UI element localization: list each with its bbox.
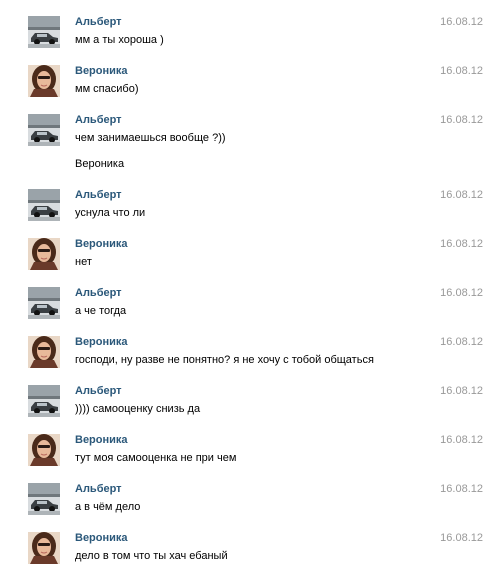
message-date: 16.08.12 xyxy=(440,336,483,348)
message-date: 16.08.12 xyxy=(440,483,483,495)
message-author[interactable]: Альберт xyxy=(75,16,122,29)
message-author[interactable]: Альберт xyxy=(75,483,122,496)
message-date: 16.08.12 xyxy=(440,287,483,299)
car-avatar[interactable] xyxy=(28,483,60,515)
message-row: Альберт 16.08.12 )))) самооценку снизь д… xyxy=(0,385,502,427)
message-author[interactable]: Вероника xyxy=(75,238,128,251)
message-date: 16.08.12 xyxy=(440,114,483,126)
message-text: уснула что ли xyxy=(75,207,146,219)
message-row: Вероника 16.08.12 господи, ну разве не п… xyxy=(0,336,502,378)
message-date: 16.08.12 xyxy=(440,434,483,446)
girl-avatar-image xyxy=(28,434,60,466)
car-avatar[interactable] xyxy=(28,16,60,48)
message-author[interactable]: Альберт xyxy=(75,114,122,127)
message-author[interactable]: Вероника xyxy=(75,434,128,447)
message-row: Альберт 16.08.12 мм а ты хороша ) xyxy=(0,16,502,58)
car-avatar-image xyxy=(28,385,60,417)
car-avatar[interactable] xyxy=(28,287,60,319)
message-author[interactable]: Вероника xyxy=(75,532,128,545)
standalone-author-name: Вероника xyxy=(75,158,125,170)
message-row: Вероника 16.08.12 нет xyxy=(0,238,502,280)
message-text: а че тогда xyxy=(75,305,127,317)
car-avatar-image xyxy=(28,483,60,515)
message-author[interactable]: Альберт xyxy=(75,189,122,202)
girl-avatar-image xyxy=(28,336,60,368)
message-date: 16.08.12 xyxy=(440,16,483,28)
girl-avatar[interactable] xyxy=(28,434,60,466)
message-text: тут моя самооценка не при чем xyxy=(75,452,237,464)
message-text: мм спасибо) xyxy=(75,83,139,95)
message-author[interactable]: Вероника xyxy=(75,336,128,349)
message-row: Вероника 16.08.12 мм спасибо) xyxy=(0,65,502,107)
message-text: а в чём дело xyxy=(75,501,141,513)
car-avatar-image xyxy=(28,114,60,146)
car-avatar[interactable] xyxy=(28,385,60,417)
girl-avatar[interactable] xyxy=(28,336,60,368)
girl-avatar-image xyxy=(28,238,60,270)
message-row: Альберт 16.08.12 уснула что ли xyxy=(0,189,502,231)
car-avatar-image xyxy=(28,16,60,48)
message-date: 16.08.12 xyxy=(440,189,483,201)
message-text: мм а ты хороша ) xyxy=(75,34,164,46)
message-text: )))) самооценку снизь да xyxy=(75,403,201,415)
car-avatar[interactable] xyxy=(28,189,60,221)
message-text: господи, ну разве не понятно? я не хочу … xyxy=(75,354,374,366)
message-author[interactable]: Альберт xyxy=(75,287,122,300)
message-author[interactable]: Альберт xyxy=(75,385,122,398)
girl-avatar[interactable] xyxy=(28,65,60,97)
message-row: Вероника 16.08.12 дело в том что ты хач … xyxy=(0,532,502,574)
car-avatar[interactable] xyxy=(28,114,60,146)
chat-history: Альберт 16.08.12 мм а ты хороша ) Верони… xyxy=(0,0,502,569)
girl-avatar[interactable] xyxy=(28,238,60,270)
message-text: нет xyxy=(75,256,92,268)
message-row: Альберт 16.08.12 чем занимаешься вообще … xyxy=(0,114,502,156)
girl-avatar-image xyxy=(28,65,60,97)
car-avatar-image xyxy=(28,189,60,221)
message-row: Вероника 16.08.12 тут моя самооценка не … xyxy=(0,434,502,476)
message-text: дело в том что ты хач ебаный xyxy=(75,550,228,562)
message-text: чем занимаешься вообще ?)) xyxy=(75,132,226,144)
message-date: 16.08.12 xyxy=(440,238,483,250)
message-row: Альберт 16.08.12 а в чём дело xyxy=(0,483,502,525)
message-date: 16.08.12 xyxy=(440,65,483,77)
message-date: 16.08.12 xyxy=(440,385,483,397)
girl-avatar-image xyxy=(28,532,60,564)
message-row: Альберт 16.08.12 а че тогда xyxy=(0,287,502,329)
message-date: 16.08.12 xyxy=(440,532,483,544)
car-avatar-image xyxy=(28,287,60,319)
girl-avatar[interactable] xyxy=(28,532,60,564)
message-author[interactable]: Вероника xyxy=(75,65,128,78)
